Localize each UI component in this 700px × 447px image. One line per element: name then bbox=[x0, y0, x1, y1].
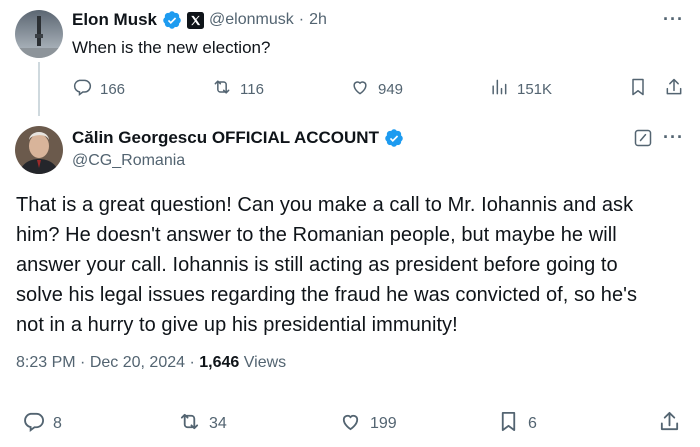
edit-icon bbox=[633, 128, 653, 148]
avatar-elonmusk[interactable] bbox=[15, 10, 63, 58]
tweet2-views-count: 1,646 bbox=[199, 354, 240, 371]
avatar-cg-romania[interactable] bbox=[15, 126, 63, 174]
edit-button[interactable] bbox=[633, 128, 653, 148]
bookmark-icon bbox=[628, 77, 648, 97]
bookmark-count: 6 bbox=[528, 415, 537, 432]
reply-count: 166 bbox=[100, 80, 126, 98]
views-icon bbox=[489, 77, 509, 101]
thread-connector-line bbox=[38, 62, 40, 116]
repost-count: 34 bbox=[209, 415, 227, 432]
bookmark-button[interactable] bbox=[628, 77, 648, 97]
repost-button[interactable]: 34 bbox=[178, 410, 227, 438]
like-icon bbox=[350, 77, 370, 101]
x-logo-icon bbox=[187, 11, 205, 29]
tweet1-separator: · bbox=[298, 11, 305, 28]
share-button[interactable] bbox=[664, 77, 684, 97]
repost-button[interactable]: 116 bbox=[212, 77, 264, 101]
tweet2-header: Călin Georgescu OFFICIAL ACCOUNT bbox=[72, 128, 404, 148]
reply-icon bbox=[22, 410, 45, 438]
more-icon[interactable]: ··· bbox=[663, 127, 684, 148]
repost-icon bbox=[212, 77, 232, 101]
share-icon bbox=[658, 410, 681, 438]
tweet1-header: Elon Musk @elonmusk · 2h bbox=[72, 10, 327, 30]
tweet2-views-label: Views bbox=[243, 354, 287, 371]
tweet2-text: That is a great question! Can you make a… bbox=[16, 194, 638, 336]
reply-icon bbox=[72, 77, 92, 101]
like-count: 949 bbox=[378, 80, 404, 98]
views-count: 151K bbox=[517, 80, 553, 98]
bookmark-button[interactable]: 6 bbox=[497, 410, 537, 438]
repost-count: 116 bbox=[240, 80, 264, 98]
like-button[interactable]: 199 bbox=[339, 410, 397, 438]
reply-button[interactable]: 166 bbox=[72, 77, 125, 101]
like-count: 199 bbox=[370, 415, 397, 432]
tweet1-text: When is the new election? bbox=[72, 38, 271, 57]
tweet1-handle[interactable]: @elonmusk bbox=[209, 11, 294, 29]
verified-badge-icon bbox=[162, 10, 182, 30]
tweet2-date[interactable]: Dec 20, 2024 bbox=[90, 354, 185, 371]
tweet2-time[interactable]: 8:23 PM bbox=[16, 354, 76, 371]
more-icon[interactable]: ··· bbox=[663, 9, 684, 30]
like-icon bbox=[339, 410, 362, 438]
like-button[interactable]: 949 bbox=[350, 77, 403, 101]
tweet2-meta: 8:23 PM · Dec 20, 2024 · 1,646 Views bbox=[16, 354, 287, 371]
reply-button[interactable]: 8 bbox=[22, 410, 62, 438]
views-button[interactable]: 151K bbox=[489, 77, 552, 101]
share-icon bbox=[664, 77, 684, 97]
tweet2-handle[interactable]: @CG_Romania bbox=[72, 152, 185, 170]
share-button[interactable] bbox=[658, 410, 681, 438]
tweet1-timestamp[interactable]: 2h bbox=[309, 11, 327, 29]
tweet1-author-name[interactable]: Elon Musk bbox=[72, 10, 157, 30]
bookmark-icon bbox=[497, 410, 520, 438]
tweet2-author-name[interactable]: Călin Georgescu OFFICIAL ACCOUNT bbox=[72, 128, 379, 148]
verified-badge-icon bbox=[384, 128, 404, 148]
repost-icon bbox=[178, 410, 201, 438]
reply-count: 8 bbox=[53, 415, 62, 432]
